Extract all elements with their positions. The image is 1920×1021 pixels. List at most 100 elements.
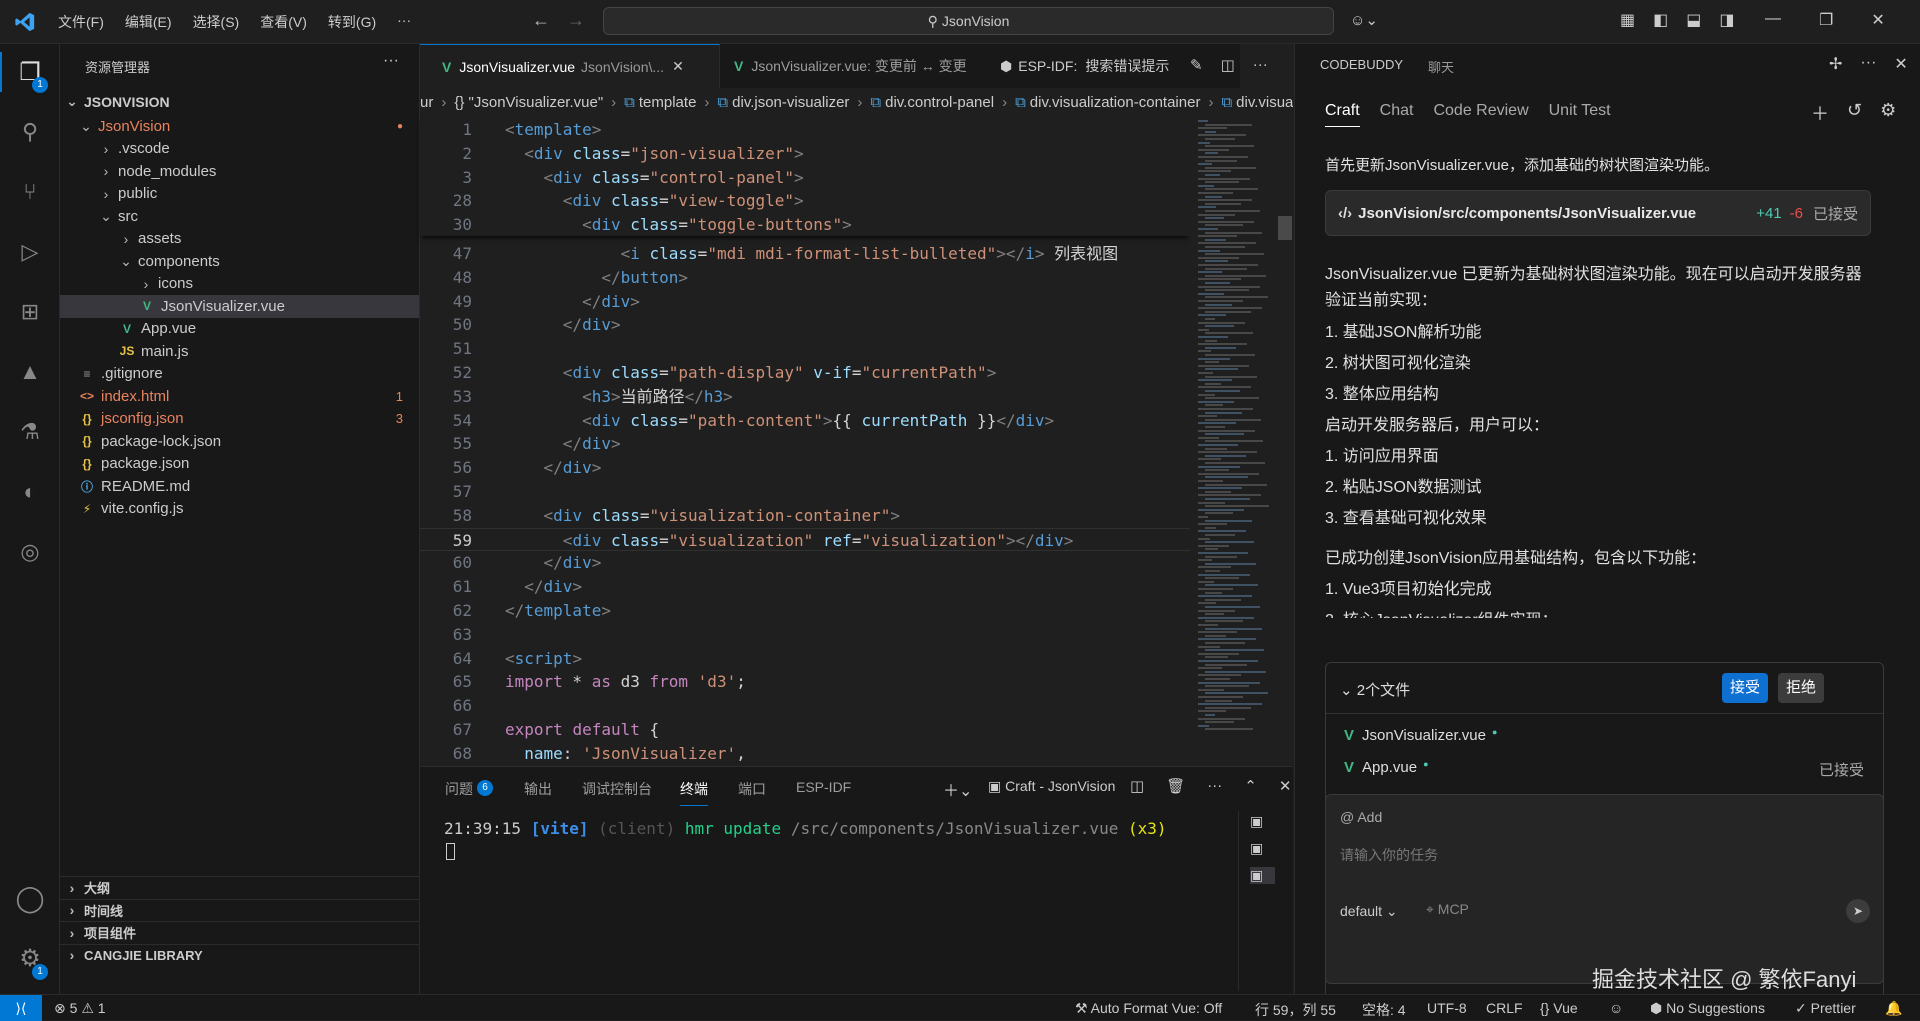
breadcrumb-item[interactable]: {} "JsonVisualizer.vue" — [454, 94, 603, 111]
tree-item[interactable]: {} package-lock.json — [60, 430, 419, 453]
terminal-output[interactable]: 21:39:15 [vite] (client) hmr update /src… — [444, 819, 1167, 838]
sidebar-section[interactable]: › CANGJIE LIBRARY — [60, 943, 419, 967]
source-control-icon[interactable]: ⑂ — [14, 176, 46, 208]
task-input[interactable]: 请输入你的任务 — [1340, 845, 1438, 865]
terminal-icon[interactable]: ▣ — [1250, 840, 1275, 857]
back-arrow-icon[interactable]: ← — [532, 10, 550, 31]
copilot-status-icon[interactable]: ☺ — [1609, 1000, 1623, 1016]
toggle-secondary-sidebar-icon[interactable]: ◨ — [1719, 10, 1734, 30]
tree-item[interactable]: › public — [60, 183, 419, 206]
tree-item[interactable]: › node_modules — [60, 160, 419, 183]
trash-icon[interactable]: 🗑 — [1166, 777, 1185, 795]
codebuddy-subtab[interactable]: Chat — [1380, 102, 1414, 127]
sidebar-section[interactable]: › 时间线 — [60, 898, 419, 922]
maximize-panel-icon[interactable]: ⌃ — [1244, 777, 1257, 795]
tree-item[interactable]: ⌄ src — [60, 205, 419, 228]
tree-item[interactable]: ⌄ JsonVision ● — [60, 115, 419, 138]
more-actions-icon[interactable]: ··· — [383, 52, 399, 70]
tree-item[interactable]: › .vscode — [60, 138, 419, 161]
settings-icon[interactable]: ⚙ — [1880, 100, 1896, 126]
terminal-icon[interactable]: ▣ — [1250, 813, 1275, 830]
chat-input-box[interactable]: @ Add 请输入你的任务 default ⌄ ⌖ MCP ➤ — [1325, 794, 1884, 984]
autoformat-status[interactable]: ⚒ Auto Format Vue: Off — [1075, 1000, 1222, 1017]
encoding[interactable]: UTF-8 — [1427, 1000, 1467, 1016]
command-center-search[interactable]: ⚲ JsonVision — [603, 7, 1334, 35]
reject-button[interactable]: 拒绝 — [1778, 673, 1824, 703]
close-tab-icon[interactable]: ✕ — [672, 58, 684, 75]
suggestions-status[interactable]: ⬢ No Suggestions — [1650, 1000, 1765, 1017]
explorer-root[interactable]: ⌄ JSONVISION — [60, 88, 419, 115]
codebuddy-subtab[interactable]: Craft — [1325, 102, 1360, 127]
layout-customize-icon[interactable]: ▦ — [1620, 10, 1635, 30]
tree-item[interactable]: V JsonVisualizer.vue — [60, 295, 419, 318]
panel-tab[interactable]: 调试控制台 — [582, 779, 652, 799]
code-editor[interactable]: 1 <template> 2 <div class="json-visualizer… — [420, 116, 1190, 806]
tab-chat[interactable]: 聊天 — [1428, 57, 1454, 76]
menu-item[interactable]: 文件(F) — [58, 12, 104, 32]
breadcrumb-item[interactable]: div.visualization-container — [1030, 94, 1201, 111]
tree-item[interactable]: V App.vue — [60, 318, 419, 341]
toggle-panel-icon[interactable]: ⬓ — [1686, 10, 1701, 30]
terminal-icon[interactable]: ▣ — [1250, 867, 1276, 884]
testing-icon[interactable]: ⚗ — [14, 416, 46, 448]
pencil-icon[interactable]: ✎ — [1190, 56, 1203, 74]
files-header[interactable]: ⌄ 2个文件 — [1340, 679, 1410, 700]
panel-tab[interactable]: 输出 — [524, 779, 552, 799]
split-terminal-icon[interactable]: ◫ — [1130, 777, 1144, 795]
editor-scrollbar[interactable] — [1278, 116, 1292, 806]
restore-icon[interactable]: ❐ — [1819, 10, 1833, 30]
breadcrumb-item[interactable]: ur — [420, 94, 433, 111]
minimize-icon[interactable]: — — [1765, 10, 1781, 30]
changed-file[interactable]: V App.vue ● 已接受 — [1344, 759, 1864, 780]
close-icon[interactable]: ✕ — [1894, 54, 1907, 74]
indentation[interactable]: 空格: 4 — [1362, 1000, 1406, 1020]
copilot-icon[interactable]: ☺⌄ — [1350, 11, 1378, 29]
close-window-icon[interactable]: ✕ — [1871, 10, 1884, 30]
tree-item[interactable]: › icons — [60, 273, 419, 296]
more-icon[interactable]: ··· — [1253, 56, 1268, 74]
codebuddy-subtab[interactable]: Unit Test — [1549, 102, 1611, 127]
tree-item[interactable]: ⌄ components — [60, 250, 419, 273]
breadcrumb-item[interactable]: div.json-visualizer — [732, 94, 849, 111]
problems-status[interactable]: ⊗ 5 ⚠ 1 — [54, 1000, 106, 1017]
panel-tab[interactable]: ESP-IDF — [796, 779, 851, 795]
breadcrumb-item[interactable]: template — [639, 94, 697, 111]
codebuddy-subtab[interactable]: Code Review — [1433, 102, 1528, 127]
prettier-status[interactable]: ✓ Prettier — [1795, 1000, 1856, 1017]
tree-item[interactable]: › assets — [60, 228, 419, 251]
panel-tab[interactable]: 问题 — [445, 779, 473, 799]
accept-button[interactable]: 接受 — [1722, 673, 1768, 703]
sidebar-section[interactable]: › 大纲 — [60, 876, 419, 899]
menu-item[interactable]: 查看(V) — [260, 12, 307, 32]
tree-item[interactable]: ≡ .gitignore — [60, 363, 419, 386]
tree-item[interactable]: <> index.html 1 — [60, 385, 419, 408]
plus-icon[interactable]: ＋ — [1811, 100, 1829, 126]
sidebar-section[interactable]: › 项目组件 — [60, 921, 419, 944]
model-select[interactable]: default ⌄ — [1340, 903, 1398, 920]
terminal-selector[interactable]: ▣ Craft - JsonVision — [988, 778, 1115, 795]
changed-file[interactable]: V JsonVisualizer.vue ● — [1344, 727, 1864, 744]
run-debug-icon[interactable]: ▷ — [14, 236, 46, 268]
toggle-primary-sidebar-icon[interactable]: ◧ — [1653, 10, 1668, 30]
remote-icon[interactable]: ◎ — [14, 536, 46, 568]
notifications-icon[interactable]: 🔔 — [1885, 1000, 1902, 1017]
eol[interactable]: CRLF — [1486, 1000, 1523, 1016]
extensions-icon[interactable]: ⊞ — [14, 296, 46, 328]
pin-icon[interactable]: ✢ — [1829, 54, 1842, 74]
minimap[interactable] — [1190, 116, 1280, 806]
close-panel-icon[interactable]: ✕ — [1279, 777, 1292, 795]
tree-item[interactable]: JS main.js — [60, 340, 419, 363]
add-context-button[interactable]: @ Add — [1340, 809, 1382, 825]
menu-item[interactable]: 编辑(E) — [125, 12, 172, 32]
azure-icon[interactable]: ▲ — [14, 356, 46, 388]
history-icon[interactable]: ↺ — [1847, 100, 1862, 126]
codebuddy-title[interactable]: CODEBUDDY — [1320, 57, 1403, 72]
menu-item[interactable]: 选择(S) — [193, 12, 240, 32]
cursor-position[interactable]: 行 59，列 55 — [1255, 1000, 1336, 1020]
edge-icon[interactable]: ◐ — [14, 476, 46, 508]
tree-item[interactable]: ⓘ README.md — [60, 475, 419, 498]
mcp-button[interactable]: ⌖ MCP — [1426, 901, 1469, 918]
tree-item[interactable]: ⚡ vite.config.js — [60, 498, 419, 521]
more-icon[interactable]: ··· — [1860, 54, 1876, 74]
language-mode[interactable]: {} Vue — [1540, 1000, 1578, 1016]
